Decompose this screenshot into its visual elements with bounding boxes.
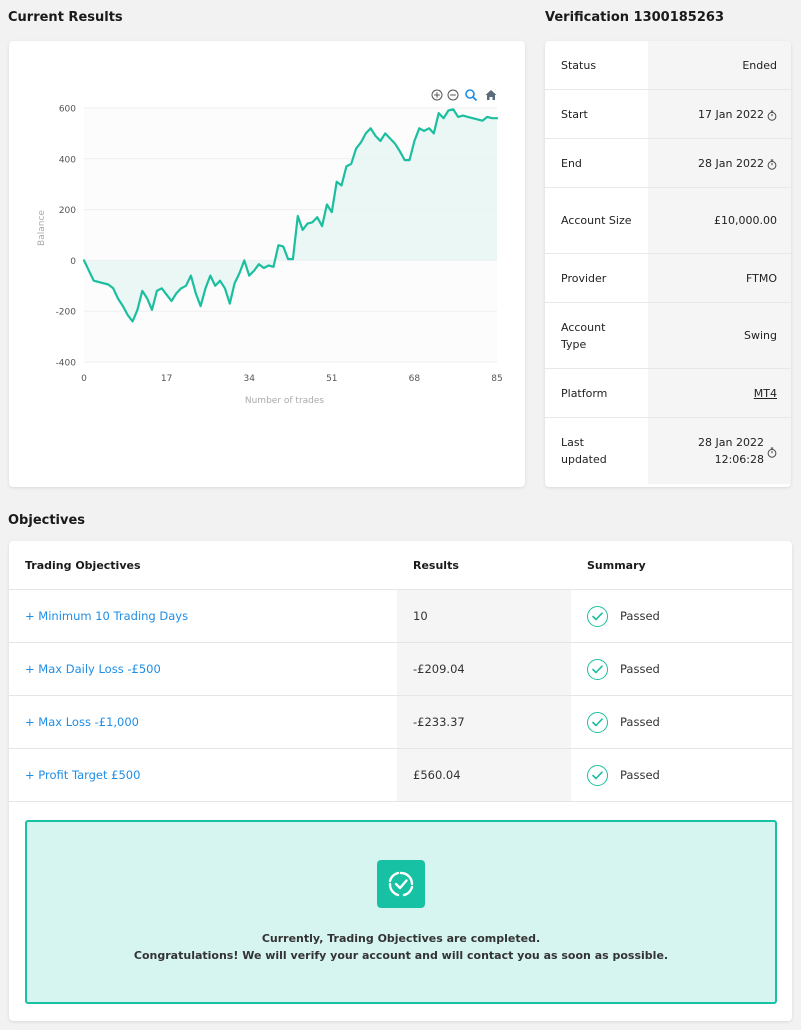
info-label: Provider xyxy=(561,271,607,285)
info-label: End xyxy=(561,156,582,170)
summary-status: Passed xyxy=(620,609,660,623)
info-row-last-updated: Last updated 28 Jan 2022 12:06:28 xyxy=(545,418,791,484)
header-summary: Summary xyxy=(587,558,646,572)
info-row-provider: Provider FTMO xyxy=(545,254,791,303)
info-label: Account Size xyxy=(561,214,632,227)
completed-badge-icon xyxy=(377,860,425,908)
home-icon[interactable] xyxy=(485,90,497,100)
objective-result: £560.04 xyxy=(397,749,571,801)
check-circle-icon xyxy=(587,605,608,627)
x-tick-label: 51 xyxy=(326,374,337,384)
y-tick-label: 200 xyxy=(59,206,76,216)
y-axis-label: Balance xyxy=(37,210,47,246)
info-value: 17 Jan 2022 xyxy=(648,90,791,138)
x-tick-label: 17 xyxy=(161,374,172,384)
balance-chart: 600 400 200 0 -200 -400 0 17 34 51 68 85 Number of t… xyxy=(37,89,503,406)
x-tick-label: 85 xyxy=(491,374,502,384)
check-circle-icon xyxy=(587,764,608,786)
objective-toggle-link[interactable]: + Minimum 10 Trading Days xyxy=(9,590,397,642)
objectives-table-body: + Minimum 10 Trading Days 10 Passed + Max D… xyxy=(9,590,792,802)
table-row: + Minimum 10 Trading Days 10 Passed xyxy=(9,590,792,643)
info-value: Swing xyxy=(648,303,791,368)
info-value: £10,000.00 xyxy=(648,188,791,253)
objective-summary: Passed xyxy=(571,696,792,748)
check-circle-icon xyxy=(587,658,608,680)
info-label: Account Type xyxy=(561,320,606,351)
check-circle-icon xyxy=(587,711,608,733)
objectives-card: Trading Objectives Results Summary + Min… xyxy=(9,541,792,1021)
stopwatch-icon xyxy=(767,158,777,170)
table-row: + Max Loss -£1,000 -£233.37 Passed xyxy=(9,696,792,749)
verification-heading: Verification 1300185263 xyxy=(545,10,724,25)
objective-summary: Passed xyxy=(571,749,792,801)
info-row-status: Status Ended xyxy=(545,41,791,90)
balance-chart-card: 600 400 200 0 -200 -400 0 17 34 51 68 85 Number of t… xyxy=(9,41,525,487)
info-value: Ended xyxy=(648,41,791,89)
info-row-platform: Platform MT4 xyxy=(545,369,791,418)
x-tick-label: 0 xyxy=(81,374,87,384)
info-row-account-size: Account Size £10,000.00 xyxy=(545,188,791,254)
info-row-start: Start 17 Jan 2022 xyxy=(545,90,791,139)
objective-toggle-link[interactable]: + Max Loss -£1,000 xyxy=(9,696,397,748)
header-results: Results xyxy=(413,558,459,572)
info-row-account-type: Account Type Swing xyxy=(545,303,791,369)
table-row: + Max Daily Loss -£500 -£209.04 Passed xyxy=(9,643,792,696)
objectives-table-header: Trading Objectives Results Summary xyxy=(9,541,792,590)
info-label: Status xyxy=(561,58,597,72)
info-value[interactable]: MT4 xyxy=(648,369,791,417)
chart-toolbar xyxy=(431,89,497,102)
zoom-in-icon[interactable] xyxy=(431,89,443,101)
y-tick-label: -400 xyxy=(56,359,77,369)
objective-result: -£233.37 xyxy=(397,696,571,748)
objective-summary: Passed xyxy=(571,590,792,642)
table-row: + Profit Target £500 £560.04 Passed xyxy=(9,749,792,802)
summary-status: Passed xyxy=(620,715,660,729)
info-row-end: End 28 Jan 2022 xyxy=(545,139,791,188)
info-value-text: 17 Jan 2022 xyxy=(698,107,764,121)
stopwatch-icon xyxy=(767,109,777,121)
stopwatch-icon xyxy=(767,446,777,458)
info-value-text: Swing xyxy=(744,329,777,342)
info-value-text: 28 Jan 2022 12:06:28 xyxy=(698,436,764,466)
info-value-text: FTMO xyxy=(745,271,777,285)
zoom-out-icon[interactable] xyxy=(447,89,459,101)
x-tick-label: 68 xyxy=(409,374,421,384)
info-label: Start xyxy=(561,107,588,121)
platform-link[interactable]: MT4 xyxy=(754,385,777,402)
account-info-card: Status Ended Start 17 Jan 2022 End 28 Jan 202… xyxy=(545,41,791,487)
info-value-text: 28 Jan 2022 xyxy=(698,156,764,170)
info-value: 28 Jan 2022 12:06:28 xyxy=(648,418,791,484)
x-axis-label: Number of trades xyxy=(245,396,325,406)
x-tick-label: 34 xyxy=(243,374,255,384)
y-tick-label: 0 xyxy=(70,257,76,267)
y-tick-label: 600 xyxy=(59,105,76,115)
objectives-heading: Objectives xyxy=(8,513,86,528)
completion-line-2: Congratulations! We will verify your acc… xyxy=(133,949,669,962)
completion-banner: Currently, Trading Objectives are comple… xyxy=(25,820,777,1004)
objective-summary: Passed xyxy=(571,643,792,695)
info-value: 28 Jan 2022 xyxy=(648,139,791,187)
info-value-text: Ended xyxy=(742,58,777,72)
info-label: Last updated xyxy=(561,436,607,466)
header-trading-objectives: Trading Objectives xyxy=(25,558,141,572)
current-results-heading: Current Results xyxy=(8,10,123,25)
summary-status: Passed xyxy=(620,768,660,782)
info-label: Platform xyxy=(561,386,608,400)
objective-result: -£209.04 xyxy=(397,643,571,695)
objective-result: 10 xyxy=(397,590,571,642)
completion-line-1: Currently, Trading Objectives are comple… xyxy=(261,932,541,945)
info-value-text: £10,000.00 xyxy=(714,214,777,227)
objective-toggle-link[interactable]: + Profit Target £500 xyxy=(9,749,397,801)
info-value: FTMO xyxy=(648,254,791,302)
y-tick-label: -200 xyxy=(56,308,77,318)
zoom-select-icon[interactable] xyxy=(465,89,478,102)
y-tick-label: 400 xyxy=(59,155,76,165)
objective-toggle-link[interactable]: + Max Daily Loss -£500 xyxy=(9,643,397,695)
summary-status: Passed xyxy=(620,662,660,676)
